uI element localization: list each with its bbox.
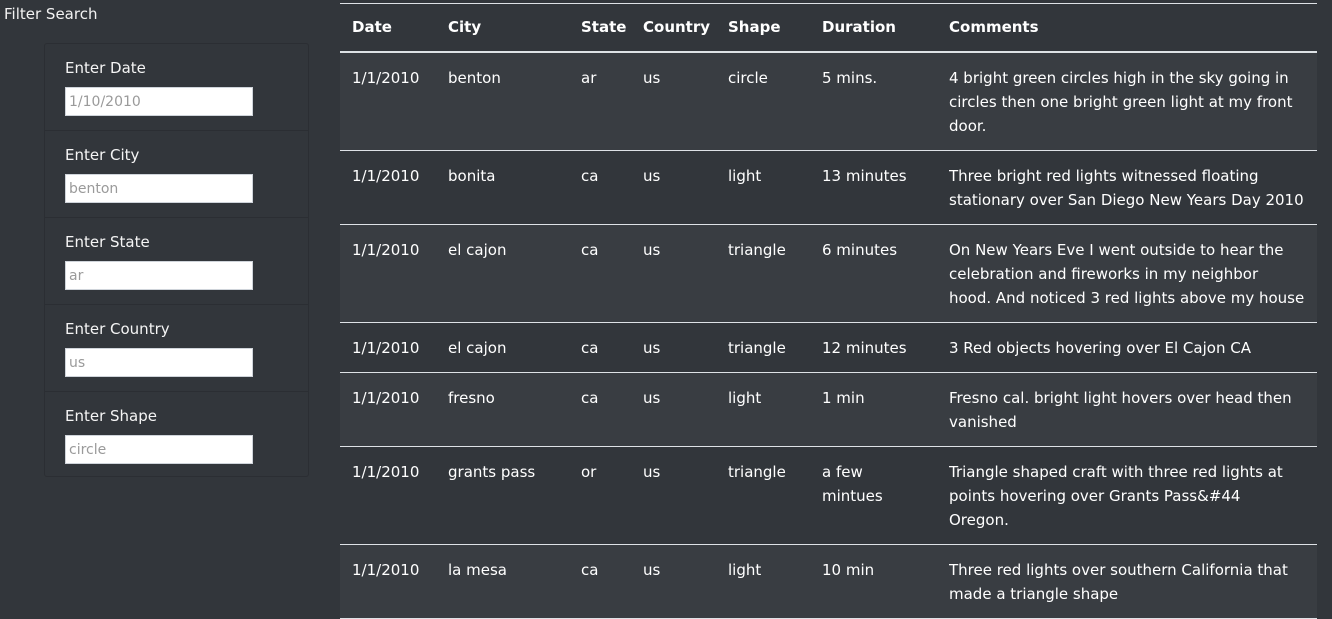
filter-panel: Enter Date Enter City Enter State Enter …	[44, 43, 309, 477]
ufo-table-container: Date City State Country Shape Duration C…	[340, 3, 1317, 619]
city-cell: el cajon	[436, 224, 569, 323]
country-cell: us	[631, 150, 716, 225]
country-cell: us	[631, 51, 716, 151]
date-input[interactable]	[65, 87, 253, 116]
comments-cell: Fresno cal. bright light hovers over hea…	[937, 372, 1317, 447]
state-cell: ar	[569, 51, 631, 151]
comments-cell: Triangle shaped craft with three red lig…	[937, 446, 1317, 545]
date-cell: 1/1/2010	[340, 544, 436, 619]
table-row: 1/1/2010 fresno ca us light 1 min Fresno…	[340, 372, 1317, 447]
duration-cell: 5 mins.	[810, 51, 937, 151]
state-cell: ca	[569, 372, 631, 447]
comments-text: On New Years Eve I went outside to hear …	[949, 240, 1305, 307]
city-cell: la mesa	[436, 544, 569, 619]
comments-cell: 3 Red objects hovering over El Cajon CA	[937, 322, 1317, 373]
comments-cell: 4 bright green circles high in the sky g…	[937, 51, 1317, 151]
state-label: Enter State	[65, 233, 150, 251]
date-cell: 1/1/2010	[340, 51, 436, 151]
city-cell: fresno	[436, 372, 569, 447]
filter-item-country: Enter Country	[45, 305, 308, 392]
city-label: Enter City	[65, 146, 140, 164]
filter-item-city: Enter City	[45, 131, 308, 218]
duration-cell: 6 minutes	[810, 224, 937, 323]
duration-cell: 10 min	[810, 544, 937, 619]
comments-cell: On New Years Eve I went outside to hear …	[937, 224, 1317, 323]
city-cell: grants pass	[436, 446, 569, 545]
date-label: Enter Date	[65, 59, 146, 77]
country-cell: us	[631, 322, 716, 373]
shape-cell: triangle	[716, 224, 810, 323]
state-cell: ca	[569, 322, 631, 373]
duration-cell: a few mintues	[810, 446, 937, 545]
state-cell: ca	[569, 224, 631, 323]
column-header-date: Date	[340, 3, 436, 53]
country-cell: us	[631, 224, 716, 323]
date-cell: 1/1/2010	[340, 446, 436, 545]
table-row: 1/1/2010 benton ar us circle 5 mins. 4 b…	[340, 51, 1317, 151]
city-cell: el cajon	[436, 322, 569, 373]
table-row: 1/1/2010 el cajon ca us triangle 12 minu…	[340, 322, 1317, 373]
comments-cell: Three red lights over southern Californi…	[937, 544, 1317, 619]
column-header-comments: Comments	[937, 3, 1317, 53]
shape-cell: circle	[716, 51, 810, 151]
table-row: 1/1/2010 la mesa ca us light 10 min Thre…	[340, 544, 1317, 619]
table-row: 1/1/2010 grants pass or us triangle a fe…	[340, 446, 1317, 545]
city-cell: benton	[436, 51, 569, 151]
date-cell: 1/1/2010	[340, 224, 436, 323]
country-input[interactable]	[65, 348, 253, 377]
filter-item-date: Enter Date	[45, 44, 308, 131]
comments-text: Three bright red lights witnessed floati…	[949, 166, 1304, 209]
column-header-state: State	[569, 3, 631, 53]
date-cell: 1/1/2010	[340, 372, 436, 447]
column-header-shape: Shape	[716, 3, 810, 53]
duration-cell: 13 minutes	[810, 150, 937, 225]
country-label: Enter Country	[65, 320, 170, 338]
city-input[interactable]	[65, 174, 253, 203]
shape-label: Enter Shape	[65, 407, 157, 425]
filter-item-state: Enter State	[45, 218, 308, 305]
date-cell: 1/1/2010	[340, 322, 436, 373]
filter-search-title: Filter Search	[4, 5, 98, 23]
column-header-country: Country	[631, 3, 716, 53]
shape-cell: light	[716, 372, 810, 447]
state-cell: ca	[569, 544, 631, 619]
city-cell: bonita	[436, 150, 569, 225]
shape-cell: triangle	[716, 446, 810, 545]
table-row: 1/1/2010 bonita ca us light 13 minutes T…	[340, 150, 1317, 225]
shape-cell: light	[716, 544, 810, 619]
column-header-city: City	[436, 3, 569, 53]
column-header-duration: Duration	[810, 3, 937, 53]
comments-text: Three red lights over southern Californi…	[949, 560, 1288, 603]
comments-text: 3 Red objects hovering over El Cajon CA	[949, 338, 1251, 357]
shape-cell: light	[716, 150, 810, 225]
country-cell: us	[631, 544, 716, 619]
ufo-sightings-table: Date City State Country Shape Duration C…	[340, 3, 1317, 619]
shape-input[interactable]	[65, 435, 253, 464]
table-row: 1/1/2010 el cajon ca us triangle 6 minut…	[340, 224, 1317, 323]
comments-cell: Three bright red lights witnessed floati…	[937, 150, 1317, 225]
shape-cell: triangle	[716, 322, 810, 373]
filter-item-shape: Enter Shape	[45, 392, 308, 479]
comments-text: Triangle shaped craft with three red lig…	[949, 462, 1283, 529]
duration-cell: 1 min	[810, 372, 937, 447]
country-cell: us	[631, 446, 716, 545]
comments-text: Fresno cal. bright light hovers over hea…	[949, 388, 1292, 431]
date-cell: 1/1/2010	[340, 150, 436, 225]
state-cell: ca	[569, 150, 631, 225]
comments-text: 4 bright green circles high in the sky g…	[949, 68, 1293, 135]
table-header-row: Date City State Country Shape Duration C…	[340, 3, 1317, 53]
duration-cell: 12 minutes	[810, 322, 937, 373]
state-cell: or	[569, 446, 631, 545]
country-cell: us	[631, 372, 716, 447]
state-input[interactable]	[65, 261, 253, 290]
